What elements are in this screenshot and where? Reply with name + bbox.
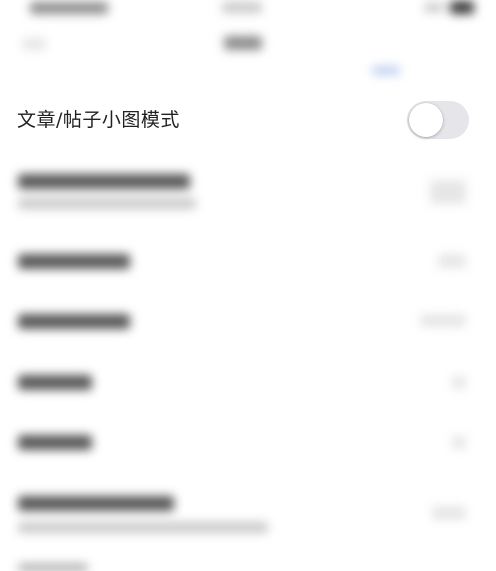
- blurred-row-3-right: [420, 314, 466, 327]
- blurred-row-2-title: [18, 254, 130, 269]
- blurred-row-5-title: [18, 435, 92, 450]
- small-image-mode-toggle[interactable]: [407, 101, 469, 139]
- blurred-row-1-right: [430, 180, 466, 204]
- blurred-row-0-left: [22, 38, 46, 50]
- blurred-background: [0, 0, 496, 571]
- blurred-row-6-title: [18, 496, 174, 511]
- blurred-row-6-right: [432, 506, 466, 520]
- blurred-header-right: [450, 1, 474, 14]
- small-image-mode-row: 文章/帖子小图模式: [0, 92, 496, 148]
- blurred-row-5-right: [452, 436, 466, 449]
- small-image-mode-label: 文章/帖子小图模式: [17, 109, 180, 131]
- blurred-row-2-right: [438, 254, 466, 268]
- blurred-row-6-subtitle: [18, 522, 268, 533]
- blurred-row-4-title: [18, 375, 92, 390]
- blurred-row-1-title: [18, 174, 190, 189]
- blurred-row-1-subtitle: [18, 198, 196, 209]
- blurred-row-0-center: [224, 36, 262, 50]
- settings-page: 文章/帖子小图模式: [0, 0, 496, 571]
- blurred-row-4-right: [452, 376, 466, 389]
- blurred-accent: [372, 66, 400, 75]
- blurred-header-center: [222, 2, 262, 13]
- blurred-row-3-title: [18, 314, 130, 329]
- blurred-row-7-title: [18, 564, 88, 571]
- blurred-header-right-small: [424, 3, 444, 12]
- toggle-knob[interactable]: [409, 103, 443, 137]
- blurred-header-left: [30, 2, 108, 14]
